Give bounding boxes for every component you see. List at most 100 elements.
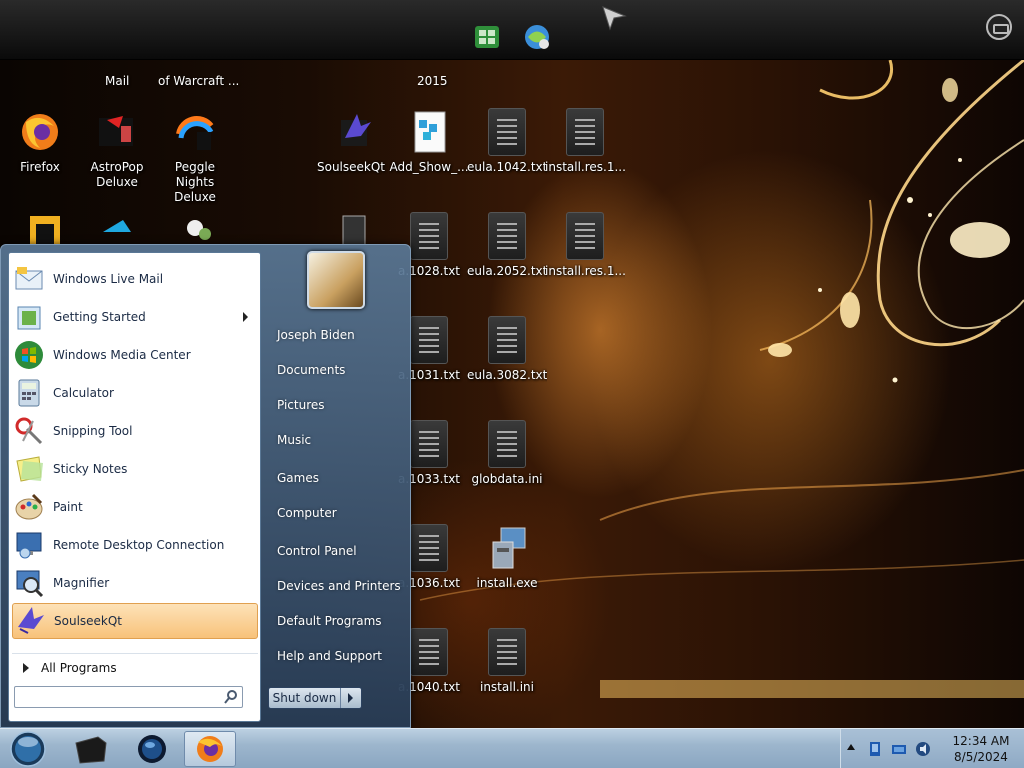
program-windows-media-center[interactable]: Windows Media Center [12,337,258,373]
desktop-icon-partial[interactable] [0,212,80,244]
mail-icon [13,263,45,295]
right-item-control-panel[interactable]: Control Panel [267,537,405,565]
peggle-icon [171,108,219,156]
desktop-icon-label: eula.3082.txt [467,368,547,382]
start-menu: Windows Live Mail Getting Started Window… [0,244,411,728]
desktop-icon-partial[interactable] [311,212,391,244]
firefox-icon [16,108,64,156]
program-label: Snipping Tool [53,424,133,438]
media-center-icon [13,339,45,371]
right-item-devices-printers[interactable]: Devices and Printers [267,572,405,600]
soulseek-icon [14,605,46,637]
program-windows-live-mail[interactable]: Windows Live Mail [12,261,258,297]
program-label: Getting Started [53,310,146,324]
program-label: Windows Media Center [53,348,191,362]
shutdown-options-arrow-icon[interactable] [341,688,361,708]
desktop-icon-soulseek[interactable]: SoulseekQt [311,108,391,175]
top-dock-bar [0,0,1024,60]
start-search-input[interactable] [14,686,243,708]
program-magnifier[interactable]: Magnifier [12,565,258,601]
firefox-icon [185,736,235,768]
desktop-icon-eula-2052[interactable]: eula.2052.txt [467,212,547,279]
desktop-icon-label: Add_Show_... [389,160,469,174]
desktop-icon-install-res-2[interactable]: install.res.1... [545,212,625,279]
right-item-default-programs[interactable]: Default Programs [267,607,405,635]
desktop-icon-peggle[interactable]: Peggle Nights Deluxe [155,108,235,205]
yellow-app-icon [16,212,64,244]
right-item-games[interactable]: Games [267,464,405,492]
toolbox-icon[interactable] [986,14,1012,40]
desktop-icon-install-res[interactable]: install.res.1... [545,108,625,175]
registry-file-icon [405,108,453,156]
right-item-pictures[interactable]: Pictures [267,391,405,419]
desktop-icon-install-ini[interactable]: install.ini [467,628,547,695]
desktop-icon-label: install.res.1... [545,160,625,174]
sticky-note-icon [13,453,45,485]
shutdown-button[interactable]: Shut down [268,687,362,709]
desktop-icon-firefox[interactable]: Firefox [0,108,80,175]
right-item-user[interactable]: Joseph Biden [267,321,405,349]
program-calculator[interactable]: Calculator [12,375,258,411]
desktop-icon-partial[interactable] [77,212,157,244]
start-button[interactable] [6,731,50,767]
program-getting-started[interactable]: Getting Started [12,299,258,335]
volume-icon[interactable] [915,741,931,757]
taskbar: 12:34 AM 8/5/2024 [0,728,1024,768]
mouse-cursor-icon [600,4,628,35]
network-icon[interactable] [891,741,907,757]
program-snipping-tool[interactable]: Snipping Tool [12,413,258,449]
desktop-icon-label: install.exe [476,576,538,590]
soulseek-icon [327,108,375,156]
program-paint[interactable]: Paint [12,489,258,525]
program-sticky-notes[interactable]: Sticky Notes [12,451,258,487]
calculator-icon [13,377,45,409]
start-menu-programs-pane: Windows Live Mail Getting Started Window… [8,252,261,722]
paint-palette-icon [13,491,45,523]
all-programs-button[interactable]: All Programs [12,653,258,681]
right-item-computer[interactable]: Computer [267,499,405,527]
desktop-icon-label-partial: Mail [105,74,130,88]
clock-time[interactable]: 12:34 AM [941,734,1021,748]
right-item-music[interactable]: Music [267,426,405,454]
program-label: Windows Live Mail [53,272,164,286]
text-file-icon [410,524,448,572]
desktop-icon-partial[interactable] [155,212,235,244]
globe-app-icon [130,735,174,768]
program-label: Calculator [53,386,114,400]
spreadsheet-cube-icon[interactable] [470,20,504,54]
all-programs-label: All Programs [41,660,117,675]
desktop-icon-astropop[interactable]: AstroPop Deluxe [77,108,157,190]
magnifier-icon [13,567,45,599]
desktop-icon-globdata[interactable]: globdata.ini [467,420,547,487]
right-item-help-support[interactable]: Help and Support [267,642,405,670]
desktop-icon-label: eula.2052.txt [467,264,547,278]
right-item-documents[interactable]: Documents [267,356,405,384]
taskbar-globe-app[interactable] [130,731,174,767]
installer-icon [483,524,531,572]
text-file-icon [410,628,448,676]
resource-file-icon [566,212,604,260]
taskbar-black-box-app[interactable] [68,731,112,767]
shutdown-label[interactable]: Shut down [269,688,341,708]
desktop-icon-eula-1042[interactable]: eula.1042.txt [467,108,547,175]
desktop-icon-label: install.res.1... [545,264,625,278]
program-label: Magnifier [53,576,110,590]
desktop-icon-install-exe[interactable]: install.exe [467,524,547,591]
text-file-icon [488,108,526,156]
taskbar-firefox[interactable] [184,731,236,767]
search-icon[interactable] [223,689,239,705]
submenu-arrow-icon[interactable] [243,312,248,322]
tray-app-icon[interactable] [867,741,883,757]
desktop-icon-label: install.ini [479,680,534,694]
clock-date[interactable]: 8/5/2024 [941,750,1021,764]
show-hidden-icons-icon[interactable] [847,744,855,750]
desktop-icon-label-partial: of Warcraft ... [158,74,240,88]
program-soulseekqt[interactable]: SoulseekQt [12,603,258,639]
desktop-icon-eula-3082[interactable]: eula.3082.txt [467,316,547,383]
desktop-icon-label: eula.1042.txt [467,160,547,174]
browser-globe-icon[interactable] [520,20,554,54]
user-account-picture[interactable] [307,251,365,309]
desktop-icon-label: Firefox [20,160,60,174]
program-remote-desktop[interactable]: Remote Desktop Connection [12,527,258,563]
desktop-icon-add-show[interactable]: Add_Show_... [389,108,469,175]
